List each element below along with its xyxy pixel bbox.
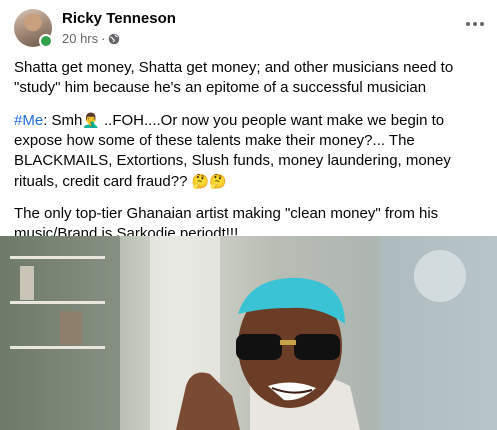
- online-status-dot: [39, 34, 53, 48]
- thinking-emoji-icon: 🤔🤔: [191, 173, 227, 189]
- hashtag-link[interactable]: #Me: [14, 112, 43, 129]
- paragraph-2-text-a: : Smh: [43, 112, 83, 129]
- more-dot: [473, 22, 477, 26]
- author-name[interactable]: Ricky Tenneson: [62, 10, 176, 27]
- globe-icon[interactable]: [108, 33, 120, 45]
- post-meta: 20 hrs ·: [62, 31, 120, 46]
- post-paragraph-2: #Me: Smh🤦‍♂️ ..FOH....Or now you people …: [14, 110, 489, 192]
- more-dot: [466, 22, 470, 26]
- more-options-button[interactable]: [463, 14, 487, 34]
- meta-separator: ·: [101, 31, 106, 46]
- post-photo[interactable]: [0, 236, 497, 430]
- facepalm-emoji-icon: 🤦‍♂️: [82, 112, 100, 128]
- post-paragraph-1: Shatta get money, Shatta get money; and …: [14, 59, 454, 96]
- author-avatar[interactable]: [14, 9, 53, 48]
- post-timestamp[interactable]: 20 hrs: [62, 31, 98, 46]
- photo-illustration: [0, 236, 497, 430]
- more-dot: [480, 22, 484, 26]
- post-body: Shatta get money, Shatta get money; and …: [14, 58, 489, 256]
- post-header: Ricky Tenneson 20 hrs ·: [0, 0, 497, 52]
